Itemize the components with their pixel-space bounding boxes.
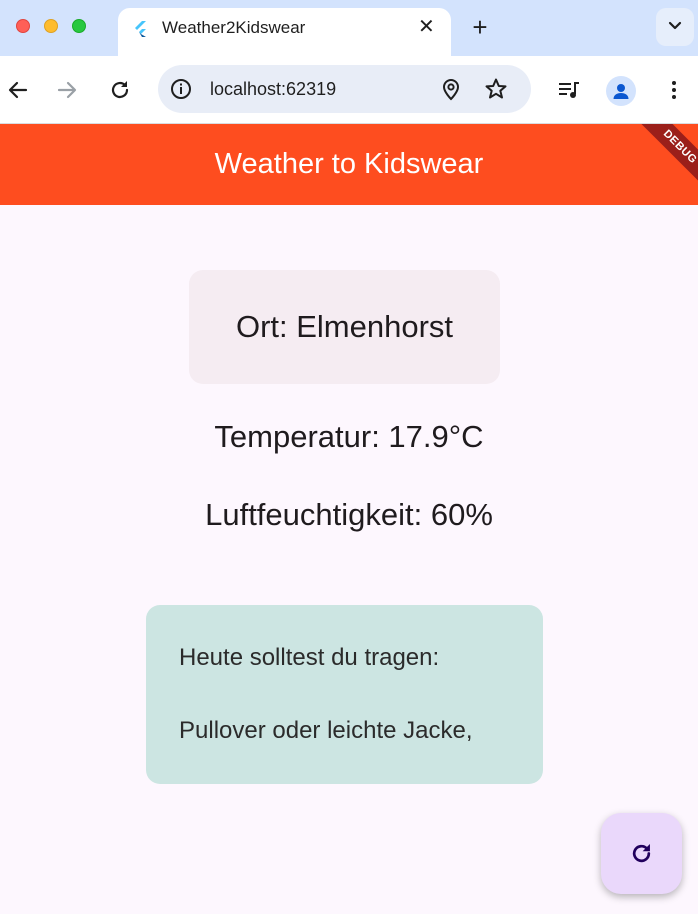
more-menu-icon[interactable]: [662, 78, 686, 102]
site-info-icon[interactable]: [170, 78, 192, 100]
tab-search-button[interactable]: [656, 8, 694, 46]
profile-avatar[interactable]: [606, 76, 636, 106]
refresh-button[interactable]: [601, 813, 682, 894]
browser-tabbar: Weather2Kidswear ✕ +: [0, 0, 698, 56]
clothing-advice-card: Heute solltest du tragen: Pullover oder …: [146, 605, 543, 784]
refresh-icon: [632, 843, 651, 863]
app-bar: Weather to Kidswear DEBUG: [0, 124, 698, 205]
new-tab-icon[interactable]: +: [466, 14, 494, 42]
temperature-text: Temperatur: 17.9°C: [214, 419, 484, 454]
url-text[interactable]: localhost:62319: [210, 78, 336, 100]
advice-item: Pullover oder leichte Jacke,: [179, 717, 473, 744]
media-controls-icon[interactable]: [557, 78, 581, 102]
chevron-down-icon: [668, 21, 682, 30]
window-close-button[interactable]: [16, 19, 30, 33]
bookmark-star-icon[interactable]: [484, 77, 508, 106]
window-minimize-button[interactable]: [44, 19, 58, 33]
person-icon: [613, 84, 629, 99]
browser-toolbar: localhost:62319: [0, 56, 698, 124]
humidity-text: Luftfeuchtigkeit: 60%: [205, 497, 493, 532]
browser-tab[interactable]: Weather2Kidswear ✕: [118, 8, 451, 56]
location-card: Ort: Elmenhorst: [189, 270, 500, 384]
address-bar[interactable]: localhost:62319: [158, 65, 531, 113]
forward-arrow-icon[interactable]: [55, 78, 79, 102]
close-tab-icon[interactable]: ✕: [418, 16, 435, 38]
back-arrow-icon[interactable]: [6, 78, 30, 102]
location-pin-icon[interactable]: [440, 77, 462, 106]
location-text: Ort: Elmenhorst: [235, 309, 454, 344]
flutter-icon: [132, 20, 150, 38]
window-zoom-button[interactable]: [72, 19, 86, 33]
advice-heading: Heute solltest du tragen:: [179, 644, 440, 671]
tab-title: Weather2Kidswear: [162, 18, 306, 37]
app-title: Weather to Kidswear: [214, 148, 484, 180]
reload-icon[interactable]: [108, 78, 132, 102]
main-content: Ort: Elmenhorst Temperatur: 17.9°C Luftf…: [0, 205, 698, 914]
